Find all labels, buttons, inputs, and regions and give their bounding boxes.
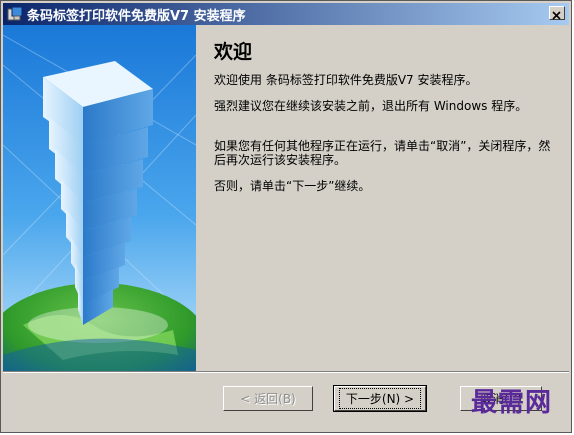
- installer-icon: [7, 6, 23, 22]
- installer-window: 条码标签打印软件免费版V7 安装程序 欢迎 欢迎使用 条码标签打印软件免费版V7…: [0, 0, 572, 433]
- cancel-instructions: 如果您有任何其他程序正在运行，请单击“取消”，关闭程序，然后再次运行该安装程序。: [214, 139, 551, 167]
- watermark-logo: 最需网: [471, 388, 553, 418]
- title-bar[interactable]: 条码标签打印软件免费版V7 安装程序: [3, 3, 569, 25]
- page-title: 欢迎: [214, 41, 253, 63]
- back-button[interactable]: < 返回(B): [223, 386, 313, 411]
- close-programs-advice: 强烈建议您在继续该安装之前，退出所有 Windows 程序。: [214, 99, 528, 113]
- button-separator: [3, 371, 569, 373]
- window-title: 条码标签打印软件免费版V7 安装程序: [27, 8, 246, 24]
- welcome-panel: 欢迎 欢迎使用 条码标签打印软件免费版V7 安装程序。 强烈建议您在继续该安装之…: [196, 25, 569, 371]
- close-icon: [552, 11, 561, 20]
- next-instructions: 否则，请单击“下一步”继续。: [214, 179, 371, 193]
- next-button[interactable]: 下一步(N) >: [333, 385, 427, 412]
- installer-banner-image: [3, 25, 196, 371]
- next-button-label: 下一步(N) >: [338, 388, 422, 409]
- back-button-label: < 返回(B): [240, 392, 296, 406]
- welcome-text: 欢迎使用 条码标签打印软件免费版V7 安装程序。: [214, 73, 478, 87]
- close-button[interactable]: [549, 6, 565, 20]
